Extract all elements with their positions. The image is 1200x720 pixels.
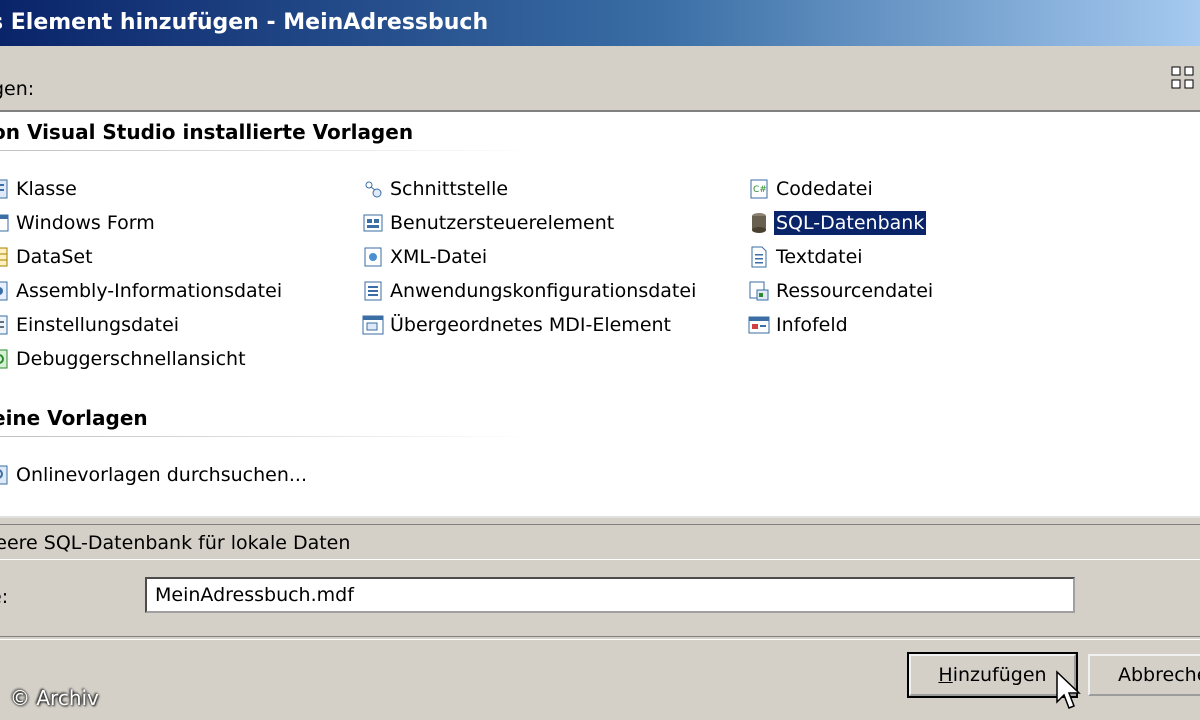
cancel-button-label: Abbrechen — [1118, 664, 1200, 686]
template-item-codedatei[interactable]: C# Codedatei — [748, 174, 875, 204]
template-item-klasse[interactable]: Klasse — [0, 174, 79, 204]
group-divider — [0, 436, 536, 437]
name-label: e: — [0, 586, 9, 608]
group-header-my-templates: eine Vorlagen — [0, 406, 148, 430]
template-item-label: Debuggerschnellansicht — [16, 348, 246, 370]
template-item-label: Einstellungsdatei — [16, 314, 180, 336]
template-item-label: Infofeld — [776, 314, 848, 336]
template-item-label: SQL-Datenbank — [772, 210, 928, 236]
template-item-label: Ressourcendatei — [776, 280, 934, 302]
template-item-dataset[interactable]: DataSet — [0, 242, 95, 272]
dataset-icon — [0, 247, 8, 267]
description-bar: leere SQL-Datenbank für lokale Daten — [0, 524, 1200, 560]
class-icon — [0, 179, 8, 199]
mouse-cursor-icon — [1056, 670, 1081, 709]
debugger-visualizer-icon — [0, 349, 8, 369]
resource-file-icon — [749, 281, 769, 301]
template-item-label: Windows Form — [16, 212, 155, 234]
templates-label: gen: — [0, 78, 35, 100]
template-item-label: Codedatei — [776, 178, 873, 200]
template-item-label: Klasse — [16, 178, 77, 200]
template-item-label: Schnittstelle — [390, 178, 509, 200]
copyright-watermark: © Archiv — [10, 686, 99, 710]
template-item-xml[interactable]: XML-Datei — [362, 242, 489, 272]
template-description: leere SQL-Datenbank für lokale Daten — [0, 532, 351, 554]
about-box-icon — [748, 316, 770, 334]
app-config-icon — [364, 281, 382, 301]
template-item-app-config[interactable]: Anwendungskonfigurationsdatei — [362, 276, 698, 306]
user-control-icon — [363, 214, 383, 232]
template-item-ressourcendatei[interactable]: Ressourcendatei — [748, 276, 935, 306]
template-item-label: DataSet — [16, 246, 93, 268]
search-online-icon — [0, 465, 8, 485]
add-button[interactable]: Hinzufügen — [907, 652, 1078, 698]
template-item-einstellungsdatei[interactable]: Einstellungsdatei — [0, 310, 181, 340]
svg-text:C#: C# — [753, 185, 767, 195]
template-item-schnittstelle[interactable]: Schnittstelle — [362, 174, 510, 204]
template-item-debugger[interactable]: Debuggerschnellansicht — [0, 344, 248, 374]
template-item-label: Anwendungskonfigurationsdatei — [390, 280, 697, 302]
assembly-info-icon — [0, 281, 8, 301]
template-item-benutzersteuerelement[interactable]: Benutzersteuerelement — [362, 208, 616, 238]
group-divider — [0, 150, 536, 151]
template-item-windows-form[interactable]: Windows Form — [0, 208, 157, 238]
template-item-infofeld[interactable]: Infofeld — [748, 310, 850, 340]
template-item-online-search[interactable]: Onlinevorlagen durchsuchen... — [0, 460, 309, 490]
template-item-label: XML-Datei — [390, 246, 488, 268]
window-title: s Element hinzufügen - MeinAdressbuch — [0, 10, 489, 35]
template-item-label: Textdatei — [776, 246, 863, 268]
add-button-label: inzufügen — [952, 664, 1047, 686]
template-item-label: Übergeordnetes MDI-Element — [390, 314, 672, 336]
database-icon — [752, 213, 766, 233]
interface-icon — [365, 181, 382, 198]
button-separator — [0, 636, 1200, 640]
template-list[interactable]: on Visual Studio installierte Vorlagen K… — [0, 110, 1200, 518]
template-item-assembly-info[interactable]: Assembly-Informationsdatei — [0, 276, 284, 306]
xml-file-icon — [364, 247, 382, 267]
template-item-sql-datenbank[interactable]: SQL-Datenbank — [748, 208, 928, 238]
template-item-mdi-parent[interactable]: Übergeordnetes MDI-Element — [362, 310, 673, 340]
large-icons-view-icon[interactable] — [1170, 64, 1198, 92]
template-item-textdatei[interactable]: Textdatei — [748, 242, 865, 272]
template-item-label: Onlinevorlagen durchsuchen... — [16, 464, 307, 486]
title-bar: s Element hinzufügen - MeinAdressbuch — [0, 0, 1200, 46]
mdi-parent-icon — [362, 315, 384, 335]
template-item-label: Assembly-Informationsdatei — [16, 280, 283, 302]
add-button-accelerator: H — [938, 664, 953, 686]
template-item-label: Benutzersteuerelement — [390, 212, 615, 234]
group-header-installed: on Visual Studio installierte Vorlagen — [0, 120, 414, 144]
text-file-icon — [751, 246, 767, 268]
code-file-icon: C# — [750, 179, 768, 199]
cancel-button[interactable]: Abbrechen — [1088, 654, 1200, 696]
windows-form-icon — [0, 214, 9, 232]
name-input[interactable] — [145, 577, 1075, 613]
settings-file-icon — [0, 315, 8, 335]
